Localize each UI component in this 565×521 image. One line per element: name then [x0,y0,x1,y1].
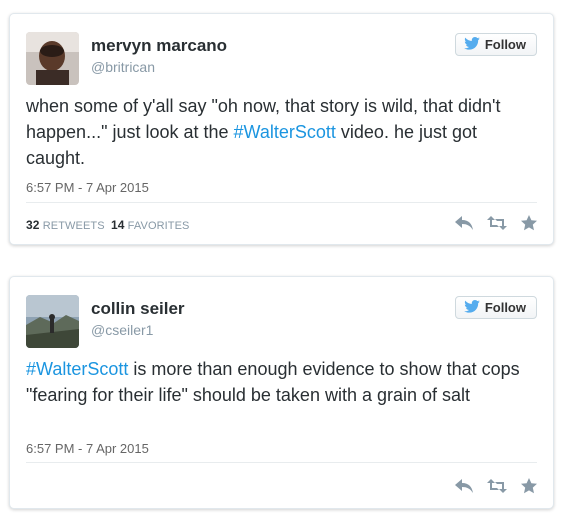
timestamp[interactable]: 6:57 PM - 7 Apr 2015 [26,441,149,456]
tweet-actions [455,478,537,499]
retweet-icon[interactable] [487,479,507,498]
avatar[interactable] [26,32,79,85]
avatar[interactable] [26,295,79,348]
tweet-text: #WalterScott is more than enough evidenc… [26,356,531,408]
hashtag-link[interactable]: #WalterScott [26,359,128,379]
retweet-icon[interactable] [487,216,507,235]
tweet-card: mervyn marcano @britrican Follow when so… [9,13,554,245]
favorites-count[interactable]: 14 [111,218,125,232]
twitter-bird-icon [464,299,480,316]
retweets-count[interactable]: 32 [26,218,40,232]
user-handle[interactable]: @cseiler1 [91,322,153,338]
retweets-label[interactable]: RETWEETS [43,220,105,232]
tweet-text: when some of y'all say "oh now, that sto… [26,93,531,171]
favorite-icon[interactable] [521,478,537,499]
divider [26,202,537,203]
follow-label: Follow [484,37,526,52]
follow-button[interactable]: Follow [454,33,537,56]
tweet-stats: 32 RETWEETS 14 FAVORITES [26,218,190,232]
divider [26,462,537,463]
reply-icon[interactable] [455,215,473,236]
follow-label: Follow [484,300,526,315]
tweet-card: collin seiler @cseiler1 Follow #WalterSc… [9,276,554,509]
tweet-actions [455,215,537,236]
favorite-icon[interactable] [521,215,537,236]
favorites-label[interactable]: FAVORITES [128,220,190,232]
user-name[interactable]: mervyn marcano [91,36,227,56]
follow-button[interactable]: Follow [454,296,537,319]
user-handle[interactable]: @britrican [91,59,155,75]
twitter-bird-icon [464,36,480,53]
user-name[interactable]: collin seiler [91,299,185,319]
timestamp[interactable]: 6:57 PM - 7 Apr 2015 [26,180,149,195]
reply-icon[interactable] [455,478,473,499]
hashtag-link[interactable]: #WalterScott [234,122,336,142]
